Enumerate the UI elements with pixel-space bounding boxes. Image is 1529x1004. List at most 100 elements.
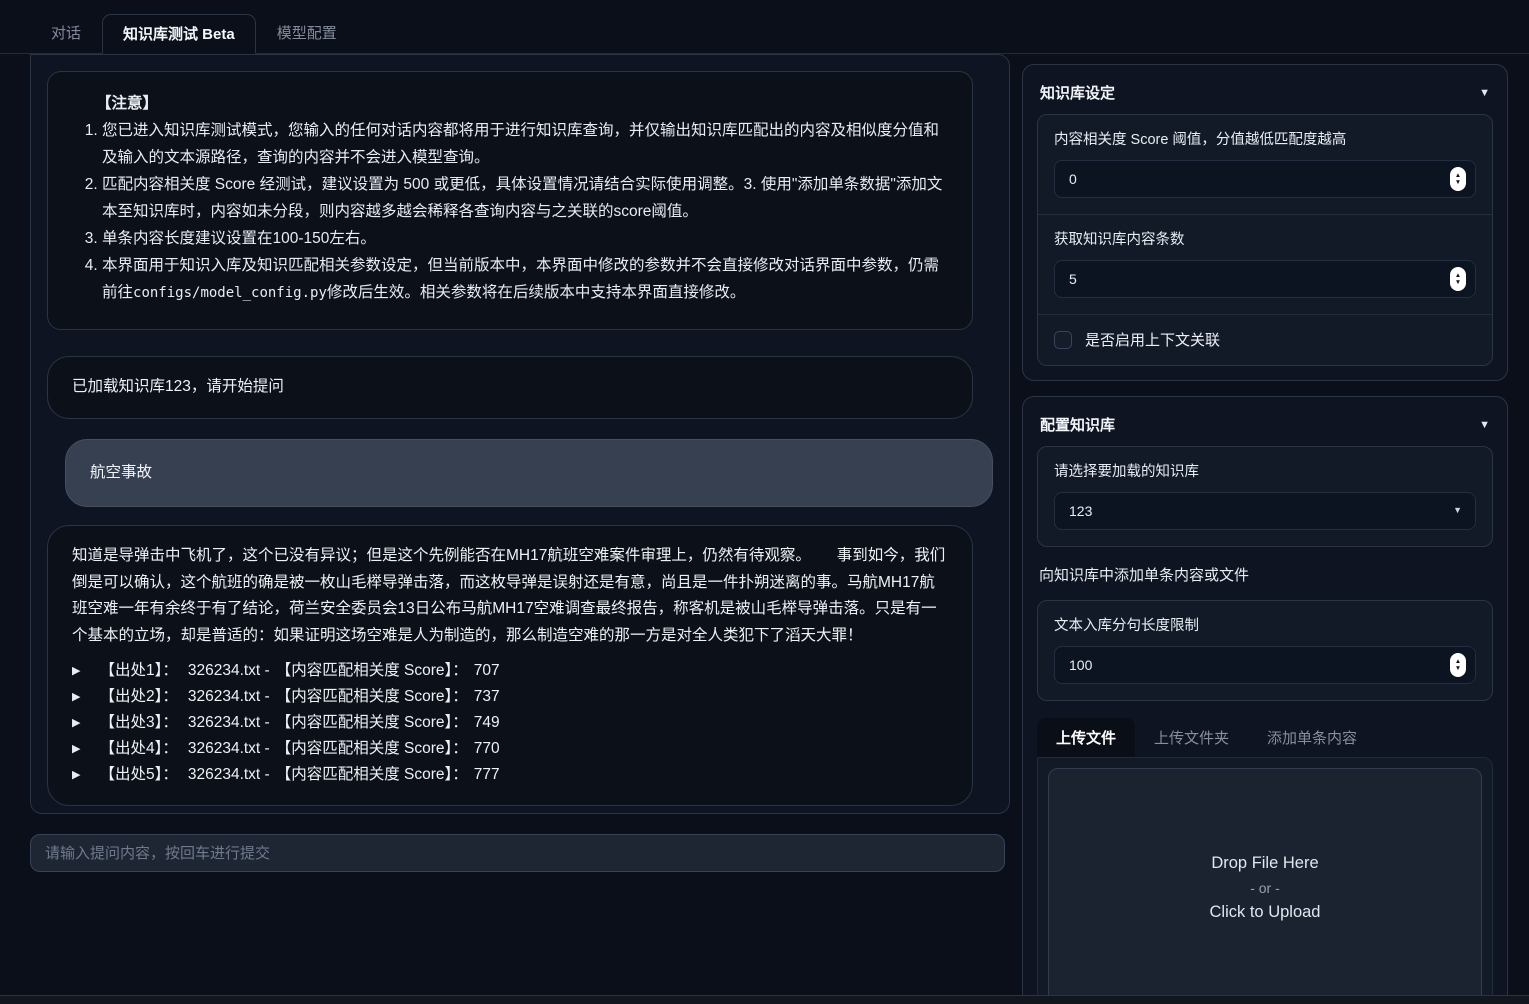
kb-select-label: 请选择要加载的知识库 — [1054, 460, 1476, 481]
source-label: 【出处3】： — [99, 710, 177, 736]
tab-upload-folder[interactable]: 上传文件夹 — [1135, 718, 1248, 757]
spinner-down-icon[interactable]: ▼ — [1455, 665, 1461, 672]
source-details-2[interactable]: ▶ 【出处2】： 326234.txt - 【内容匹配相关度 Score】： 7… — [72, 684, 948, 710]
notice-item-3: 单条内容长度建议设置在100-150左右。 — [102, 225, 948, 252]
score-threshold-label: 内容相关度 Score 阈值，分值越低匹配度越高 — [1054, 128, 1476, 149]
source-score-label: 【内容匹配相关度 Score】： — [276, 684, 468, 710]
chevron-down-icon: ▼ — [1479, 419, 1490, 431]
notice-message: 【注意】 您已进入知识库测试模式，您输入的任何对话内容都将用于进行知识库查询，并… — [47, 71, 973, 330]
notice-list: 您已进入知识库测试模式，您输入的任何对话内容都将用于进行知识库查询，并仅输出知识… — [72, 117, 948, 307]
tab-chat[interactable]: 对话 — [30, 13, 102, 53]
notice-title: 【注意】 — [96, 90, 948, 117]
bot-message-loaded: 已加载知识库123，请开始提问 — [47, 356, 973, 419]
dropdown-caret-icon: ▼ — [1453, 505, 1462, 515]
upload-tab-panel: Drop File Here - or - Click to Upload 上传… — [1037, 757, 1493, 1004]
spinner-down-icon[interactable]: ▼ — [1455, 179, 1461, 186]
user-message-text: 航空事故 — [90, 464, 152, 481]
kb-settings-accordion: 知识库设定 ▼ 内容相关度 Score 阈值，分值越低匹配度越高 ▲▼ 获取知识… — [1022, 64, 1508, 381]
triangle-expand-icon: ▶ — [72, 762, 80, 788]
source-details-5[interactable]: ▶ 【出处5】： 326234.txt - 【内容匹配相关度 Score】： 7… — [72, 762, 948, 788]
kb-select-field: 请选择要加载的知识库 123 ▼ — [1038, 447, 1492, 546]
number-spinner-icon[interactable]: ▲▼ — [1450, 267, 1466, 291]
upload-tab-bar: 上传文件 上传文件夹 添加单条内容 — [1037, 718, 1493, 757]
dropzone-line-1: Drop File Here — [1211, 854, 1318, 873]
kb-select-dropdown[interactable]: 123 — [1054, 492, 1476, 530]
notice-item-4-text-end: 修改后生效。相关参数将在后续版本中支持本界面直接修改。 — [327, 284, 746, 301]
sentence-limit-field: 文本入库分句长度限制 ▲▼ — [1038, 601, 1492, 700]
kb-config-accordion-header[interactable]: 配置知识库 ▼ — [1037, 409, 1493, 446]
top-tab-bar: 对话 知识库测试 Beta 模型配置 — [0, 0, 1529, 54]
source-score: 777 — [474, 762, 500, 788]
bot-answer-text: 知道是导弹击中飞机了，这个已没有异议；但是这个先例能否在MH17航班空难案件审理… — [72, 543, 948, 649]
settings-column: 知识库设定 ▼ 内容相关度 Score 阈值，分值越低匹配度越高 ▲▼ 获取知识… — [1022, 54, 1508, 1004]
source-score-label: 【内容匹配相关度 Score】： — [276, 762, 468, 788]
topk-input[interactable] — [1054, 260, 1476, 298]
context-link-checkbox-label: 是否启用上下文关联 — [1085, 329, 1220, 350]
notice-item-4-code: configs/model_config.py — [133, 285, 327, 301]
context-link-checkbox[interactable] — [1054, 331, 1072, 349]
number-spinner-icon[interactable]: ▲▼ — [1450, 167, 1466, 191]
triangle-expand-icon: ▶ — [72, 684, 80, 710]
triangle-expand-icon: ▶ — [72, 710, 80, 736]
source-details-3[interactable]: ▶ 【出处3】： 326234.txt - 【内容匹配相关度 Score】： 7… — [72, 710, 948, 736]
source-file: 326234.txt - — [188, 710, 270, 736]
kb-settings-form: 内容相关度 Score 阈值，分值越低匹配度越高 ▲▼ 获取知识库内容条数 ▲▼ — [1037, 114, 1493, 366]
source-score: 770 — [474, 736, 500, 762]
source-score: 707 — [474, 658, 500, 684]
number-spinner-icon[interactable]: ▲▼ — [1450, 653, 1466, 677]
source-score-label: 【内容匹配相关度 Score】： — [276, 710, 468, 736]
context-link-checkbox-row[interactable]: 是否启用上下文关联 — [1038, 315, 1492, 365]
main-content: 【注意】 您已进入知识库测试模式，您输入的任何对话内容都将用于进行知识库查询，并… — [0, 54, 1529, 1004]
source-label: 【出处4】： — [99, 736, 177, 762]
user-message: 航空事故 — [65, 439, 993, 508]
footer-strip — [0, 995, 1529, 1004]
kb-select-value: 123 — [1069, 503, 1092, 519]
source-score: 749 — [474, 710, 500, 736]
spinner-up-icon[interactable]: ▲ — [1455, 658, 1461, 665]
spinner-down-icon[interactable]: ▼ — [1455, 279, 1461, 286]
dropzone-line-2: - or - — [1250, 880, 1280, 896]
kb-config-title: 配置知识库 — [1040, 414, 1115, 435]
sentence-limit-input[interactable] — [1054, 646, 1476, 684]
tab-model-config[interactable]: 模型配置 — [256, 13, 358, 53]
chat-column: 【注意】 您已进入知识库测试模式，您输入的任何对话内容都将用于进行知识库查询，并… — [30, 54, 1010, 1004]
file-dropzone[interactable]: Drop File Here - or - Click to Upload — [1048, 768, 1482, 1004]
tab-add-single-content[interactable]: 添加单条内容 — [1248, 718, 1376, 757]
spinner-up-icon[interactable]: ▲ — [1455, 172, 1461, 179]
question-input[interactable] — [30, 834, 1005, 872]
chevron-down-icon: ▼ — [1479, 87, 1490, 99]
spinner-up-icon[interactable]: ▲ — [1455, 272, 1461, 279]
source-score: 737 — [474, 684, 500, 710]
sentence-limit-form: 文本入库分句长度限制 ▲▼ — [1037, 600, 1493, 701]
topk-field: 获取知识库内容条数 ▲▼ — [1038, 215, 1492, 314]
source-file: 326234.txt - — [188, 684, 270, 710]
tab-upload-file[interactable]: 上传文件 — [1037, 718, 1135, 757]
kb-settings-accordion-header[interactable]: 知识库设定 ▼ — [1037, 77, 1493, 114]
tab-kb-test[interactable]: 知识库测试 Beta — [102, 14, 256, 54]
source-details-4[interactable]: ▶ 【出处4】： 326234.txt - 【内容匹配相关度 Score】： 7… — [72, 736, 948, 762]
source-file: 326234.txt - — [188, 658, 270, 684]
notice-item-1: 您已进入知识库测试模式，您输入的任何对话内容都将用于进行知识库查询，并仅输出知识… — [102, 117, 948, 171]
source-file: 326234.txt - — [188, 762, 270, 788]
source-score-label: 【内容匹配相关度 Score】： — [276, 736, 468, 762]
notice-item-2: 匹配内容相关度 Score 经测试，建议设置为 500 或更低，具体设置情况请结… — [102, 171, 948, 225]
bot-message-answer: 知道是导弹击中飞机了，这个已没有异议；但是这个先例能否在MH17航班空难案件审理… — [47, 525, 973, 806]
chatbot-panel: 【注意】 您已进入知识库测试模式，您输入的任何对话内容都将用于进行知识库查询，并… — [30, 54, 1010, 814]
notice-item-4: 本界面用于知识入库及知识匹配相关参数设定，但当前版本中，本界面中修改的参数并不会… — [102, 252, 948, 307]
triangle-expand-icon: ▶ — [72, 658, 80, 684]
source-label: 【出处1】： — [99, 658, 177, 684]
kb-select-form: 请选择要加载的知识库 123 ▼ — [1037, 446, 1493, 547]
triangle-expand-icon: ▶ — [72, 736, 80, 762]
score-threshold-input[interactable] — [1054, 160, 1476, 198]
source-label: 【出处2】： — [99, 684, 177, 710]
source-details-1[interactable]: ▶ 【出处1】： 326234.txt - 【内容匹配相关度 Score】： 7… — [72, 658, 948, 684]
source-score-label: 【内容匹配相关度 Score】： — [276, 658, 468, 684]
kb-settings-title: 知识库设定 — [1040, 82, 1115, 103]
sentence-limit-label: 文本入库分句长度限制 — [1054, 614, 1476, 635]
source-label: 【出处5】： — [99, 762, 177, 788]
dropzone-line-3: Click to Upload — [1210, 903, 1321, 922]
score-threshold-field: 内容相关度 Score 阈值，分值越低匹配度越高 ▲▼ — [1038, 115, 1492, 214]
add-content-label: 向知识库中添加单条内容或文件 — [1039, 564, 1491, 585]
question-input-wrap — [30, 834, 1010, 872]
source-file: 326234.txt - — [188, 736, 270, 762]
